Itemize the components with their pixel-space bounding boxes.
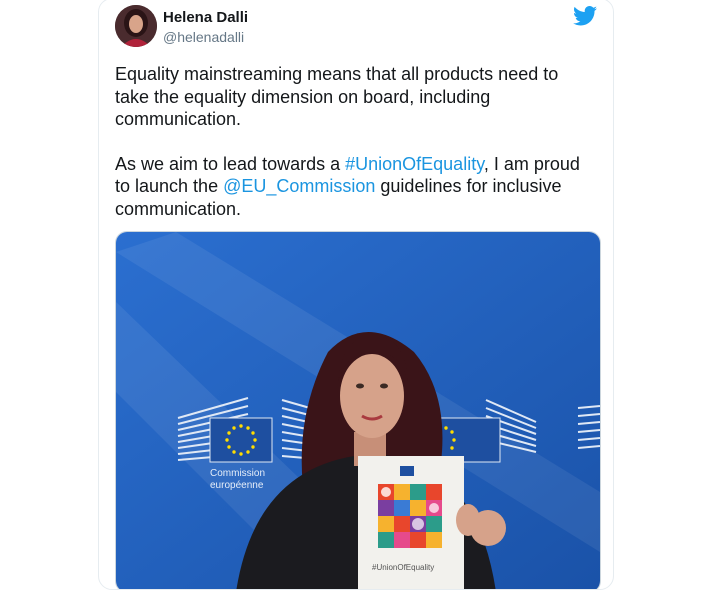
hashtag-link[interactable]: #UnionOfEquality bbox=[345, 154, 484, 174]
text-segment: As we aim to lead towards a bbox=[115, 153, 346, 174]
display-name[interactable]: Helena Dalli bbox=[163, 9, 248, 26]
mention-link[interactable]: @EU_Commission bbox=[223, 176, 375, 196]
twitter-bird-icon bbox=[573, 6, 597, 26]
tweet-text: Equality mainstreaming means that all pr… bbox=[115, 63, 595, 242]
avatar[interactable] bbox=[115, 5, 157, 47]
tweet-paragraph-1: Equality mainstreaming means that all pr… bbox=[115, 64, 559, 129]
user-handle[interactable]: @helenadalli bbox=[163, 29, 244, 45]
booklet-hashtag: #UnionOfEquality bbox=[372, 563, 434, 572]
booklet: #UnionOfEquality bbox=[358, 456, 464, 589]
tweet-card[interactable]: Helena Dalli @helenadalli Equality mains… bbox=[98, 0, 614, 590]
logo-text-line2: européenne bbox=[210, 480, 264, 491]
tweet-photo[interactable]: Commission européenne #UnionOfEquality bbox=[115, 231, 601, 589]
tweet-paragraph-2: As we aim to lead towards a #UnionOfEqua… bbox=[115, 153, 595, 221]
logo-text-line1: Commission bbox=[210, 468, 265, 479]
